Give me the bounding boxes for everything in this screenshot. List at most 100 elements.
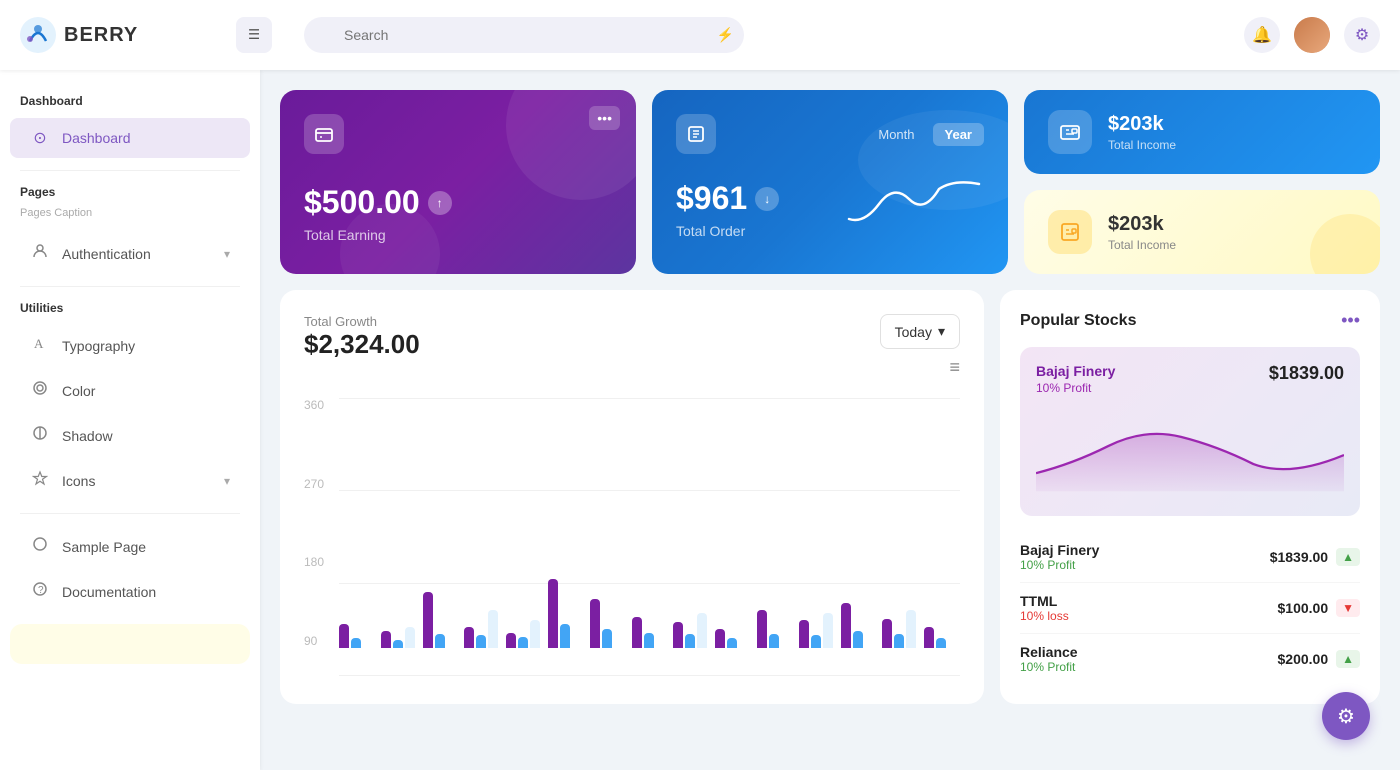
order-wave-chart [844,174,984,239]
bar-purple [924,627,934,648]
stock-info: Reliance 10% Profit [1020,644,1078,674]
sidebar-divider-1 [20,170,240,171]
sidebar-item-dashboard[interactable]: ⊙ Dashboard [10,118,250,158]
stock-right: $1839.00 ▲ [1270,548,1360,566]
arrow-up-icon: ↑ [428,191,452,215]
total-order-card: Month Year $961 ↓ Total Order [652,90,1008,274]
bar-purple [882,619,892,648]
chart-bar-group [757,610,793,648]
bar-blue [727,638,737,648]
sidebar-item-sample-page[interactable]: Sample Page [10,526,250,567]
stock-name: TTML [1020,593,1069,609]
arrow-down-icon: ↓ [755,187,779,211]
notification-button[interactable]: 🔔 [1244,17,1280,53]
stock-list: Bajaj Finery 10% Profit $1839.00 ▲ TTML … [1020,532,1360,684]
up-arrow-icon: ▲ [1336,548,1360,566]
sidebar-item-color[interactable]: Color [10,370,250,411]
bar-blue [602,629,612,648]
chevron-down-icon: ▾ [224,247,230,261]
income-yellow-label: Total Income [1108,238,1176,252]
chart-bars [339,398,960,648]
search-input[interactable] [304,17,744,53]
logo-text: BERRY [64,24,138,47]
icons-icon [30,470,50,491]
chart-title: Total Growth [304,314,420,329]
sidebar-item-authentication[interactable]: Authentication ▾ [10,233,250,274]
income-blue-amount: $203k [1108,113,1176,136]
avatar[interactable] [1294,17,1330,53]
bar-blue [811,635,821,648]
sample-page-icon [30,536,50,557]
bar-blue [560,624,570,648]
bar-purple [590,599,600,648]
bar-purple [632,617,642,648]
stock-right: $100.00 ▼ [1278,599,1361,617]
sidebar-item-icons[interactable]: Icons ▾ [10,460,250,501]
stock-price: $200.00 [1278,651,1329,667]
bar-light [530,620,540,648]
bar-purple [841,603,851,648]
sidebar-item-typography[interactable]: A Typography [10,325,250,366]
search-filter-button[interactable]: ⚡ [717,27,734,44]
chart-visualization: 360 270 180 90 [304,398,960,678]
chart-menu-button[interactable]: ≡ [880,357,960,378]
bar-blue [351,638,361,648]
order-card-icon [676,114,716,154]
earning-card-icon [304,114,344,154]
content-area: ••• $500.00 ↑ Total Earning Month Year [260,70,1400,770]
floating-settings-button[interactable]: ⚙ [1322,692,1370,740]
bar-light [488,610,498,648]
earning-amount: $500.00 ↑ [304,184,612,221]
chart-header: Total Growth $2,324.00 Today ▾ ≡ [304,314,960,378]
sidebar-section-pages: Pages [0,181,260,207]
total-earning-card: ••• $500.00 ↑ Total Earning [280,90,636,274]
chart-bar-group [673,613,709,648]
main-layout: Dashboard ⊙ Dashboard Pages Pages Captio… [0,70,1400,770]
sidebar-divider-3 [20,513,240,514]
year-toggle-button[interactable]: Year [933,123,984,146]
menu-button[interactable]: ☰ [236,17,272,53]
stocks-card: Popular Stocks ••• Bajaj Finery 10% Prof… [1000,290,1380,704]
stock-price: $100.00 [1278,600,1329,616]
bar-blue [769,634,779,648]
bar-blue [685,634,695,648]
earning-more-button[interactable]: ••• [589,106,620,130]
typography-icon: A [30,335,50,356]
bar-purple [799,620,809,648]
chart-bar-group [548,579,584,648]
chart-bar-group [799,613,835,648]
sidebar-item-documentation[interactable]: ? Documentation [10,571,250,612]
bar-light [823,613,833,648]
income-yellow-card: $203k Total Income [1024,190,1380,274]
stocks-title: Popular Stocks [1020,312,1136,330]
header: BERRY ☰ 🔍 ⚡ 🔔 ⚙ [0,0,1400,70]
stock-price: $1839.00 [1270,549,1328,565]
order-label: Total Order [676,223,779,239]
sidebar-item-shadow[interactable]: Shadow [10,415,250,456]
auth-icon [30,243,50,264]
chart-bar-group [339,624,375,648]
stock-list-item: Reliance 10% Profit $200.00 ▲ [1020,634,1360,684]
featured-stock-chart [1036,415,1344,495]
income-blue-card: $203k Total Income [1024,90,1380,174]
color-icon [30,380,50,401]
bar-purple [339,624,349,648]
sidebar-item-label: Sample Page [62,539,146,555]
chart-bar-group [506,620,542,648]
bar-blue [476,635,486,648]
stocks-more-button[interactable]: ••• [1341,310,1360,331]
today-button[interactable]: Today ▾ [880,314,960,349]
month-toggle-button[interactable]: Month [866,123,926,146]
sidebar-divider-2 [20,286,240,287]
bar-light [906,610,916,648]
logo-icon [20,17,56,53]
bar-purple [464,627,474,648]
bar-blue [894,634,904,648]
down-arrow-icon: ▼ [1336,599,1360,617]
header-settings-button[interactable]: ⚙ [1344,17,1380,53]
bottom-row: Total Growth $2,324.00 Today ▾ ≡ 360 [280,290,1380,704]
float-settings-icon: ⚙ [1337,704,1355,729]
income-yellow-amount: $203k [1108,213,1176,236]
bar-purple [673,622,683,648]
stock-list-item: TTML 10% loss $100.00 ▼ [1020,583,1360,634]
